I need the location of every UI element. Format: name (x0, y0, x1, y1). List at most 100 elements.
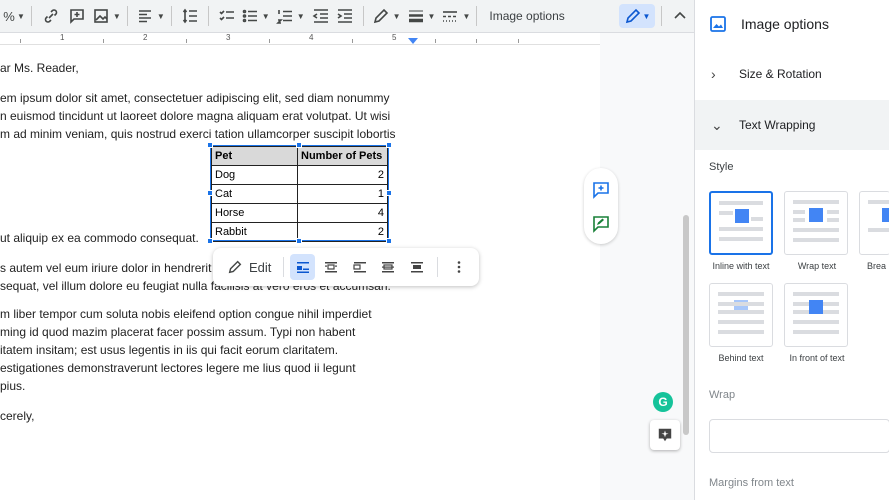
in-front-of-text-option[interactable] (784, 283, 848, 347)
image-options-button[interactable]: Image options (483, 4, 570, 28)
resize-handle-bottom-left[interactable] (207, 238, 213, 244)
wrap-label: Wrap (709, 389, 736, 401)
grammarly-icon[interactable]: G (653, 392, 673, 412)
editing-mode-button[interactable]: ▼ (619, 4, 655, 28)
document-area: ar Ms. Reader, em ipsum dolor sit amet, … (0, 45, 694, 500)
text-line: s autem vel eum iriure dolor in hendreri… (0, 261, 212, 275)
resize-handle-top[interactable] (296, 142, 302, 148)
editing-mode-caret-icon: ▼ (642, 11, 651, 21)
ruler-number: 4 (309, 33, 314, 42)
text-line: itatem insitam; est usus legentis in iis… (0, 343, 339, 357)
behind-text-option[interactable] (709, 283, 773, 347)
table-cell: Rabbit (211, 222, 298, 242)
border-dash-caret-icon[interactable]: ▼ (462, 12, 470, 21)
right-indent-marker[interactable] (408, 38, 418, 44)
border-color-button[interactable] (370, 4, 392, 28)
inline-with-text-option[interactable] (709, 191, 773, 255)
separator (661, 6, 662, 26)
horizontal-ruler[interactable]: 1 2 3 4 5 (0, 33, 600, 45)
ruler-tick (269, 39, 270, 43)
border-weight-caret-icon[interactable]: ▼ (428, 12, 436, 21)
separator (362, 6, 364, 26)
border-weight-icon (408, 10, 423, 23)
bulleted-list-button[interactable] (239, 4, 261, 28)
inline-with-text-button[interactable] (290, 254, 315, 280)
insert-link-button[interactable] (38, 4, 64, 28)
ruler-tick (435, 39, 436, 43)
ruler-number: 3 (226, 33, 231, 42)
resize-handle-top-right[interactable] (386, 142, 392, 148)
document-page[interactable]: ar Ms. Reader, em ipsum dolor sit amet, … (0, 45, 600, 500)
resize-handle-right[interactable] (386, 190, 392, 196)
numbered-list-button[interactable] (274, 4, 296, 28)
wrap-text-preview-icon (793, 200, 839, 242)
resize-handle-left[interactable] (207, 190, 213, 196)
vertical-scrollbar[interactable] (683, 215, 689, 435)
wrap-caption: Wrap text (797, 261, 837, 271)
wrap-text-option[interactable] (784, 191, 848, 255)
text-line: ming id quod mazim placerat facer possim… (0, 325, 356, 339)
text-line: m liber tempor cum soluta nobis eleifend… (0, 307, 372, 321)
separator (476, 6, 478, 26)
inline-wrap-preview-icon (719, 201, 763, 241)
resize-handle-top-left[interactable] (207, 142, 213, 148)
separator (170, 6, 172, 26)
line-spacing-button[interactable] (178, 4, 202, 28)
break-text-option[interactable] (859, 191, 889, 255)
in-front-of-text-icon (411, 262, 424, 273)
behind-text-button[interactable] (376, 254, 401, 280)
zoom-control[interactable]: % (2, 4, 16, 28)
text-wrapping-section[interactable]: ⌄ Text Wrapping (695, 100, 889, 150)
explore-button[interactable] (650, 420, 680, 450)
border-color-caret-icon[interactable]: ▼ (393, 12, 401, 21)
border-weight-button[interactable] (405, 4, 427, 28)
behind-text-icon (382, 262, 395, 273)
increase-indent-button[interactable] (333, 4, 357, 28)
separator (30, 6, 32, 26)
numbered-list-caret-icon[interactable]: ▼ (297, 12, 305, 21)
in-front-of-text-button[interactable] (405, 254, 430, 280)
checklist-button[interactable] (215, 4, 239, 28)
break-text-button[interactable] (348, 254, 373, 280)
image-icon (94, 9, 108, 23)
margins-label: Margins from text (709, 477, 794, 489)
text-line: m ad minim veniam, quis nostrud exerci t… (0, 127, 396, 141)
resize-handle-bottom[interactable] (296, 238, 302, 244)
pets-table-image[interactable]: Pet Number of Pets Dog 2 Cat 1 Horse 4 R… (211, 146, 388, 242)
resize-handle-bottom-right[interactable] (386, 238, 392, 244)
edit-label: Edit (249, 259, 272, 275)
align-caret-icon[interactable]: ▼ (157, 12, 165, 21)
image-floating-toolbar: Edit (213, 248, 479, 286)
behind-text-preview-icon (718, 292, 764, 334)
numbered-list-icon (275, 10, 292, 24)
wrap-caption: In front of text (789, 353, 845, 363)
table-header-cell: Pet (211, 146, 298, 166)
table-cell: Horse (211, 203, 298, 223)
chevron-down-icon: ⌄ (711, 116, 723, 133)
main-toolbar: % ▼ ▼ ▼ ▼ ▼ ▼ ▼ ▼ Image options ▼ (0, 0, 694, 33)
pencil-icon (228, 260, 242, 274)
zoom-caret-icon[interactable]: ▼ (17, 12, 25, 21)
image-options-panel: Image options › Size & Rotation ⌄ Text W… (694, 0, 889, 500)
align-button[interactable] (134, 4, 156, 28)
add-comment-icon[interactable] (592, 181, 610, 199)
suggest-edits-icon[interactable] (592, 215, 610, 233)
greeting-line: ar Ms. Reader, (0, 61, 79, 75)
image-icon (710, 16, 726, 32)
more-vert-icon (457, 261, 460, 273)
insert-image-button[interactable] (90, 4, 112, 28)
more-options-button[interactable] (446, 254, 471, 280)
collapse-menus-button[interactable] (668, 4, 692, 28)
bulleted-list-caret-icon[interactable]: ▼ (262, 12, 270, 21)
wrap-text-button[interactable] (319, 254, 344, 280)
google-docs-window: % ▼ ▼ ▼ ▼ ▼ ▼ ▼ ▼ Image options ▼ 1 2 3 … (0, 0, 889, 500)
size-rotation-section[interactable]: › Size & Rotation (695, 49, 889, 99)
decrease-indent-button[interactable] (309, 4, 333, 28)
add-comment-button[interactable] (64, 4, 90, 28)
section-label: Text Wrapping (739, 118, 816, 132)
separator (437, 257, 439, 277)
edit-image-button[interactable]: Edit (219, 259, 279, 275)
border-dash-button[interactable] (439, 4, 461, 28)
wrap-select[interactable] (709, 419, 889, 453)
insert-image-caret-icon[interactable]: ▼ (113, 12, 121, 21)
